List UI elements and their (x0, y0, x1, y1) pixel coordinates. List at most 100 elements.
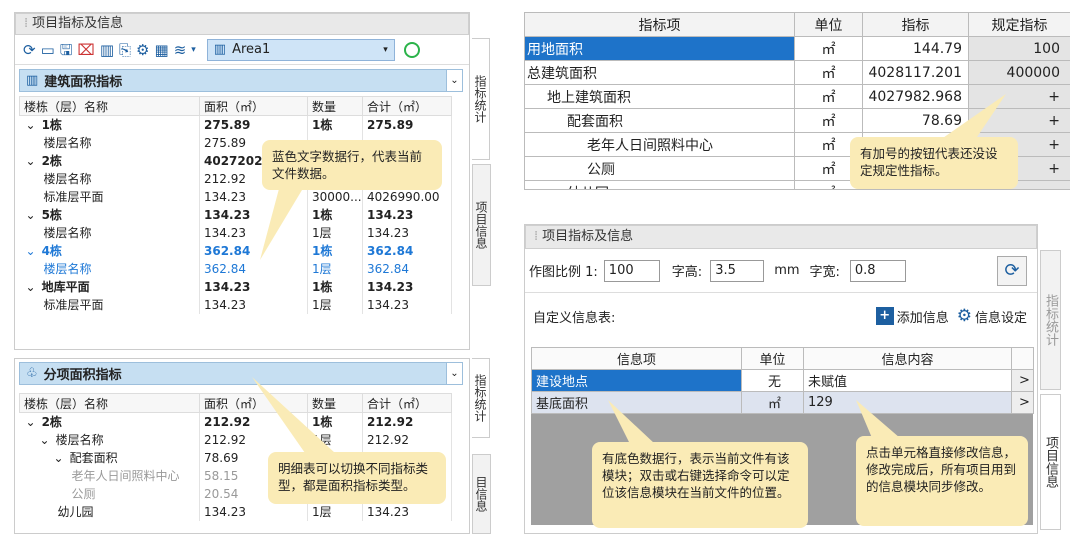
cell-name[interactable]: ⌄ 5栋 (19, 205, 200, 224)
cell-unit[interactable]: ㎡ (741, 391, 804, 414)
grip-icon[interactable]: ⁞ (24, 16, 28, 31)
table-row[interactable]: 楼层名称 134.23 1层 134.23 (19, 223, 452, 242)
cell-total[interactable]: 134.23 (362, 295, 452, 314)
table-row[interactable]: 楼层名称 362.84 1层 362.84 (19, 259, 452, 278)
col-indicator-header[interactable]: 指标项 (524, 12, 795, 37)
cell-count[interactable]: 1栋 (307, 205, 363, 224)
cell-name[interactable]: 楼层名称 (19, 259, 200, 278)
table-icon[interactable]: ▦ (155, 41, 169, 59)
frame-icon[interactable]: ▭ (41, 41, 55, 59)
expand-chevron-icon[interactable]: ⌄ (26, 244, 36, 258)
refresh-button[interactable]: ⟳ (997, 255, 1027, 286)
cell-name[interactable]: 楼层名称 (19, 169, 200, 188)
cell-indicator[interactable]: 地上建筑面积 (524, 84, 795, 109)
cell-name[interactable]: ⌄ 1栋 (19, 115, 200, 134)
cell-count[interactable]: 30000... (307, 187, 363, 206)
grip-icon[interactable]: ⁞ (534, 229, 538, 244)
tab-project-info[interactable]: 目信息 (472, 454, 491, 534)
expand-chevron-icon[interactable]: ⌄ (26, 118, 36, 132)
table-row[interactable]: ⌄ 1栋 275.89 1栋 275.89 (19, 115, 452, 134)
cell-name[interactable]: ⌄ 配套面积 (19, 448, 200, 467)
expand-chevron-icon[interactable]: ⌄ (54, 451, 64, 465)
refresh-icon[interactable]: ⟳ (23, 41, 36, 59)
export-icon[interactable]: ⎘ (119, 41, 131, 59)
cell-name[interactable]: 公厕 (19, 484, 200, 503)
cell-count[interactable]: 1栋 (307, 115, 363, 134)
text-height-input[interactable]: 3.5 (710, 259, 765, 282)
col-value-header[interactable]: 指标 (862, 12, 969, 37)
info-settings-button[interactable]: ⚙ 信息设定 (957, 306, 1027, 326)
area-select[interactable]: ▥ Area1 ▾ (206, 38, 395, 61)
cell-count[interactable]: 1层 (307, 259, 363, 278)
cell-name[interactable]: 楼层名称 (19, 223, 200, 242)
table-row[interactable]: ⌄ 楼层名称 212.92 1层 212.92 (19, 430, 452, 449)
col-content-header[interactable]: 信息内容 (803, 347, 1012, 370)
expand-chevron-icon[interactable]: ⌄ (26, 208, 36, 222)
cell-count[interactable]: 1栋 (307, 241, 363, 260)
tab-project-info[interactable]: 项目信息 (1040, 394, 1061, 530)
dropdown-arrow-icon[interactable]: ▾ (191, 41, 196, 59)
cell-info-name[interactable]: 建设地点 (531, 369, 742, 392)
table-row[interactable]: 幼儿园 134.23 1层 134.23 (19, 502, 452, 521)
cell-spec[interactable]: 100 (968, 36, 1070, 61)
table-row[interactable]: 标准层平面 134.23 30000... 4026990.00 (19, 187, 452, 206)
cell-area[interactable]: 134.23 (199, 277, 308, 296)
table-row[interactable]: ⌄ 2栋 212.92 1栋 212.92 (19, 412, 452, 431)
cell-name[interactable]: 标准层平面 (19, 187, 200, 206)
cell-name[interactable]: 老年人日间照料中心 (19, 466, 200, 485)
cell-total[interactable]: 134.23 (362, 223, 452, 242)
cell-total[interactable]: 275.89 (362, 115, 452, 134)
cell-total[interactable]: 212.92 (362, 430, 452, 449)
cell-total[interactable]: 4026990.00 (362, 187, 452, 206)
cell-content[interactable]: 未赋值 (803, 369, 1012, 392)
col-unit-header[interactable]: 单位 (794, 12, 863, 37)
save-icon[interactable]: 🖫 (60, 41, 73, 59)
tab-indicator-stats[interactable]: 指标统计 (472, 358, 490, 438)
text-width-input[interactable]: 0.8 (849, 259, 906, 282)
cell-total[interactable]: 134.23 (362, 205, 452, 224)
delete-icon[interactable]: ⌧ (78, 41, 95, 59)
expand-chevron-icon[interactable]: ⌄ (26, 280, 36, 294)
table-row[interactable]: 用地面积㎡ 144.79 100 (524, 36, 1070, 61)
cell-indicator[interactable]: 幼儿园 (524, 180, 795, 189)
table-row[interactable]: 总建筑面积㎡ 4028117.201 400000 (524, 60, 1070, 85)
cell-name[interactable]: ⌄ 4栋 (19, 241, 200, 260)
chevron-down-icon[interactable]: ⌄ (446, 70, 462, 91)
col-spec-header[interactable]: 规定指标 (968, 12, 1070, 37)
table-row[interactable]: ⌄ 4栋 362.84 1栋 362.84 (19, 241, 452, 260)
cell-indicator[interactable]: 老年人日间照料中心 (524, 132, 795, 157)
chevron-down-icon[interactable]: ⌄ (446, 363, 462, 384)
cell-name[interactable]: ⌄ 地库平面 (19, 277, 200, 296)
cell-indicator[interactable]: 用地面积 (524, 36, 795, 61)
col-unit-header[interactable]: 单位 (741, 347, 804, 370)
cell-total[interactable]: 362.84 (362, 241, 452, 260)
table-row[interactable]: 建设地点无未赋值 > (531, 369, 1034, 392)
layers-icon[interactable]: ≋ (174, 41, 187, 59)
cell-area[interactable]: 134.23 (199, 502, 308, 521)
col-info-header[interactable]: 信息项 (531, 347, 742, 370)
cell-name[interactable]: 标准层平面 (19, 295, 200, 314)
tab-project-info[interactable]: 项目信息 (472, 164, 491, 286)
cell-count[interactable]: 1层 (307, 502, 363, 521)
cell-name[interactable]: 楼层名称 (19, 133, 200, 152)
cell-name[interactable]: ⌄ 2栋 (19, 412, 200, 431)
cell-count[interactable]: 1栋 (307, 277, 363, 296)
col-area-header[interactable]: 面积（㎡） (199, 96, 308, 116)
col-name-header[interactable]: 楼栋（层）名称 (19, 393, 200, 413)
expand-chevron-icon[interactable]: ⌄ (40, 433, 50, 447)
chevron-right-icon[interactable]: > (1011, 391, 1034, 414)
section-select-building-area[interactable]: ▥ 建筑面积指标 ⌄ (19, 69, 463, 92)
expand-chevron-icon[interactable]: ⌄ (26, 154, 36, 168)
cell-name[interactable]: ⌄ 楼层名称 (19, 430, 200, 449)
scale-input[interactable]: 100 (603, 259, 660, 282)
cell-area[interactable]: 134.23 (199, 295, 308, 314)
cell-name[interactable]: 幼儿园 (19, 502, 200, 521)
cell-area[interactable]: 275.89 (199, 115, 308, 134)
cell-total[interactable]: 362.84 (362, 259, 452, 278)
cell-count[interactable]: 1层 (307, 295, 363, 314)
cell-count[interactable]: 1层 (307, 223, 363, 242)
cell-name[interactable]: ⌄ 2栋 (19, 151, 200, 170)
chevron-right-icon[interactable]: > (1011, 369, 1034, 392)
table-row[interactable]: ⌄ 5栋 134.23 1栋 134.23 (19, 205, 452, 224)
cell-indicator[interactable]: 公厕 (524, 156, 795, 181)
